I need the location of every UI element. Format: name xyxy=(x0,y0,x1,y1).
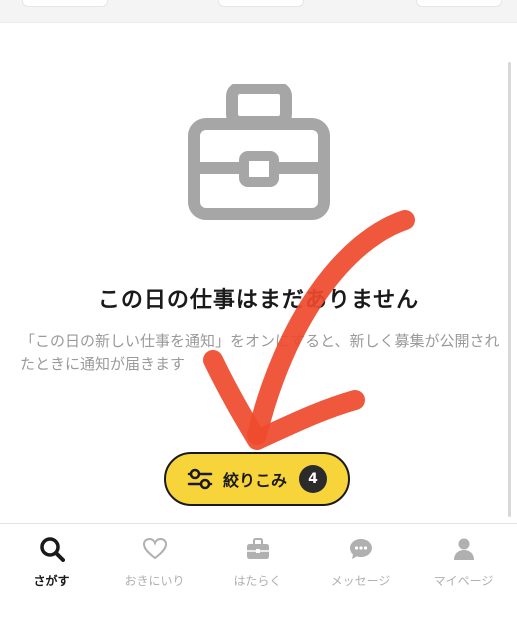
date-chip[interactable] xyxy=(22,0,108,7)
nav-item-favorites[interactable]: おきにいり xyxy=(103,536,206,596)
filter-count-badge: 4 xyxy=(299,465,327,493)
empty-state-description: 「この日の新しい仕事を通知」をオンにすると、新しく募集が公開されたときに通知が届… xyxy=(20,332,500,373)
empty-state-title: この日の仕事はまだありません xyxy=(97,288,420,313)
briefcase-icon xyxy=(188,84,330,220)
nav-label: はたらく xyxy=(233,574,282,588)
filter-sliders-icon xyxy=(187,468,213,490)
heart-icon xyxy=(142,537,167,560)
nav-label: メッセージ xyxy=(330,574,391,588)
search-icon xyxy=(39,537,65,562)
chat-bubble-icon xyxy=(349,539,372,559)
top-date-strip xyxy=(0,0,517,23)
nav-item-work[interactable]: はたらく xyxy=(206,536,309,596)
nav-label: さがす xyxy=(33,574,70,588)
bottom-navigation: さがす おきにいり はたらく メッセージ マイページ xyxy=(0,523,517,631)
date-chip[interactable] xyxy=(416,0,502,7)
person-icon xyxy=(453,538,474,560)
filter-label: 絞りこみ xyxy=(222,471,287,490)
nav-item-mypage[interactable]: マイページ xyxy=(412,536,515,596)
date-chip[interactable] xyxy=(218,0,304,7)
nav-label: マイページ xyxy=(433,574,494,588)
nav-label: おきにいり xyxy=(124,574,185,588)
nav-item-search[interactable]: さがす xyxy=(0,536,103,596)
nav-item-messages[interactable]: メッセージ xyxy=(309,536,412,596)
filter-button[interactable]: 絞りこみ 4 xyxy=(164,452,350,506)
briefcase-icon xyxy=(246,538,269,559)
